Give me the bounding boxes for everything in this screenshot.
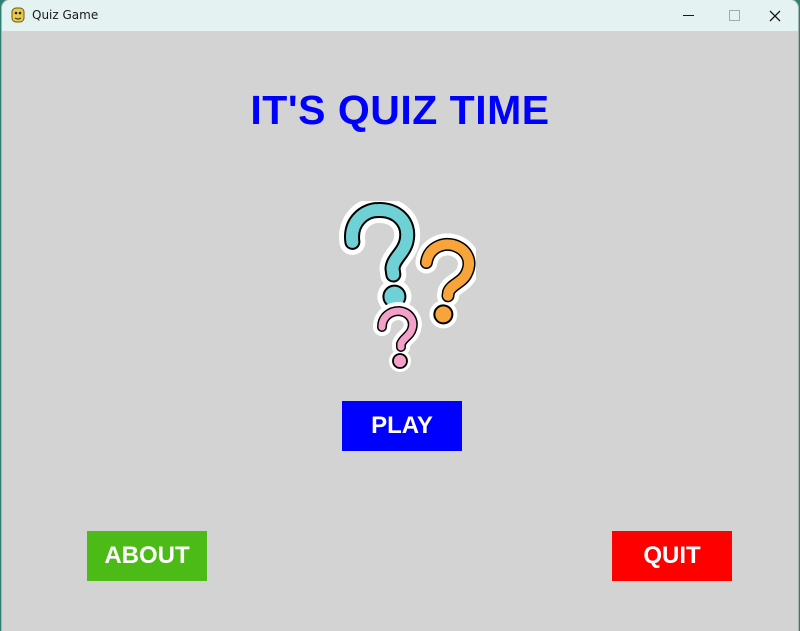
- window-title: Quiz Game: [32, 8, 99, 22]
- play-button[interactable]: PLAY: [342, 401, 462, 451]
- title-bar[interactable]: Quiz Game: [2, 0, 798, 31]
- python-snake-icon: [10, 7, 26, 23]
- minimize-button[interactable]: [665, 0, 711, 31]
- page-title: IT'S QUIZ TIME: [250, 87, 550, 133]
- game-canvas: IT'S QUIZ TIME PLAY ABOUT QUIT: [2, 31, 798, 631]
- quit-button[interactable]: QUIT: [612, 531, 732, 581]
- close-icon: [769, 10, 781, 22]
- question-marks-icon: [336, 197, 480, 373]
- close-button[interactable]: [752, 0, 798, 31]
- maximize-button[interactable]: [711, 0, 757, 31]
- minimize-icon: [682, 14, 694, 17]
- pink-question-mark: [373, 302, 422, 372]
- maximize-icon: [728, 10, 740, 21]
- about-button[interactable]: ABOUT: [87, 531, 207, 581]
- app-window: Quiz Game IT'S QUIZ TIME PLAY ABOUT QUIT: [2, 0, 798, 631]
- orange-question-mark: [415, 233, 480, 329]
- teal-question-mark: [339, 197, 421, 314]
